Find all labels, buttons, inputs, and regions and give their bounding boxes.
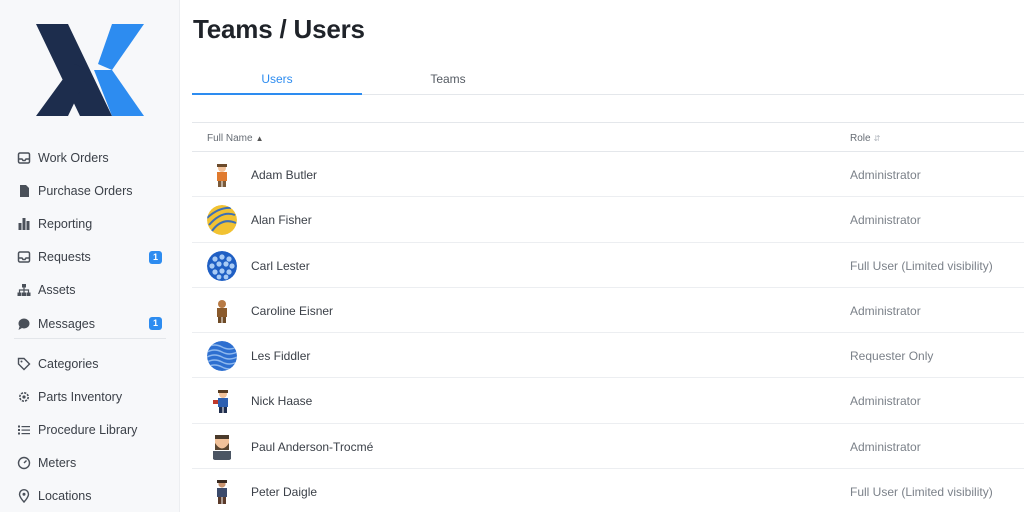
table-row[interactable]: Peter Daigle Full User (Limited visibili… [192, 469, 1024, 512]
table-row[interactable]: Paul Anderson-Trocmé Administrator [192, 424, 1024, 470]
sidebar-item-categories[interactable]: Categories [0, 347, 180, 380]
main-content: Teams / Users Users Teams Full Name ▲ Rol… [192, 0, 1024, 512]
pattern-blue-wave-icon [207, 341, 237, 372]
table-row[interactable]: Carl Lester Full User (Limited visibilit… [192, 243, 1024, 288]
app-logo[interactable] [34, 24, 146, 116]
sidebar-item-label: Purchase Orders [38, 183, 133, 198]
user-name: Alan Fisher [251, 213, 312, 228]
user-role: Administrator [850, 168, 921, 182]
sidebar-item-label: Assets [38, 283, 76, 298]
messages-count-badge: 1 [149, 316, 162, 330]
inbox-icon [17, 250, 31, 264]
tab-bar: Users Teams [192, 66, 1024, 95]
user-role: Requester Only [850, 349, 934, 364]
bar-chart-icon [17, 217, 31, 231]
figure-orange-icon [207, 160, 237, 190]
requests-count-badge: 1 [149, 250, 162, 264]
table-row[interactable]: Caroline Eisner Administrator [192, 288, 1024, 334]
sidebar-item-locations[interactable]: Locations [0, 480, 180, 512]
column-header-full-name[interactable]: Full Name ▲ [207, 133, 264, 144]
active-tab-indicator [192, 93, 362, 95]
user-name: Peter Daigle [251, 485, 318, 500]
user-role: Administrator [850, 213, 921, 228]
sort-unsorted-icon: ⇵ [873, 134, 881, 143]
sidebar-item-label: Meters [38, 456, 77, 471]
user-name: Adam Butler [251, 168, 318, 182]
tab-teams[interactable]: Teams [363, 72, 533, 86]
user-role: Administrator [850, 303, 921, 318]
sidebar-item-reporting[interactable]: Reporting [0, 207, 180, 240]
user-name: Carl Lester [251, 258, 310, 273]
gauge-icon [17, 456, 31, 470]
sidebar-item-label: Reporting [38, 216, 93, 231]
sidebar-item-procedure-library[interactable]: Procedure Library [0, 413, 180, 446]
tab-users[interactable]: Users [192, 72, 362, 86]
inbox-icon [17, 151, 31, 165]
user-name: Paul Anderson-Trocmé [251, 439, 374, 454]
sidebar-item-label: Work Orders [38, 150, 109, 165]
user-role: Administrator [850, 394, 921, 409]
table-header: Full Name ▲ Role ⇵ [192, 123, 1024, 152]
users-table: Full Name ▲ Role ⇵ Adam Butler Administrat… [192, 122, 1024, 508]
table-row[interactable]: Adam Butler Administrator [192, 152, 1024, 198]
user-name: Nick Haase [251, 394, 313, 409]
user-role: Administrator [850, 439, 921, 454]
sort-ascending-icon: ▲ [255, 134, 264, 143]
sidebar-item-assets[interactable]: Assets [0, 274, 180, 307]
sidebar-item-purchase-orders[interactable]: Purchase Orders [0, 174, 180, 207]
gear-icon [17, 390, 31, 404]
chat-icon [17, 317, 31, 331]
secondary-nav: Categories Parts Inventory Procedure Lib… [0, 347, 180, 512]
sidebar-item-work-orders[interactable]: Work Orders [0, 141, 180, 174]
user-role: Full User (Limited visibility) [850, 485, 993, 500]
table-row[interactable]: Les Fiddler Requester Only [192, 333, 1024, 379]
user-role: Full User (Limited visibility) [850, 258, 993, 273]
sidebar-item-requests[interactable]: Requests 1 [0, 241, 180, 274]
figure-bearded-icon [207, 431, 237, 462]
location-pin-icon [17, 489, 31, 504]
list-icon [17, 423, 31, 437]
hierarchy-icon [17, 283, 31, 297]
sidebar-item-label: Categories [38, 356, 99, 371]
pattern-yellow-icon [207, 205, 237, 236]
table-row[interactable]: Nick Haase Administrator [192, 378, 1024, 424]
user-name: Caroline Eisner [251, 303, 334, 318]
sidebar-divider [14, 338, 166, 339]
sidebar-item-label: Parts Inventory [38, 389, 123, 404]
table-row[interactable]: Alan Fisher Administrator [192, 197, 1024, 243]
figure-dark-icon [207, 477, 237, 508]
sidebar-item-label: Messages [38, 316, 95, 331]
column-header-role[interactable]: Role ⇵ [850, 133, 880, 144]
sidebar: Work Orders Purchase Orders Reporting Re… [0, 0, 180, 512]
figure-brown-icon [207, 295, 237, 326]
sidebar-item-label: Procedure Library [38, 422, 138, 437]
sidebar-item-label: Locations [38, 489, 92, 504]
page-title: Teams / Users [193, 14, 365, 44]
table-body: Adam Butler Administrator Alan Fisher Ad… [192, 152, 1024, 512]
sidebar-item-meters[interactable]: Meters [0, 447, 180, 480]
sidebar-item-messages[interactable]: Messages 1 [0, 307, 180, 340]
sidebar-item-label: Requests [38, 250, 91, 265]
primary-nav: Work Orders Purchase Orders Reporting Re… [0, 141, 180, 340]
pattern-blue-dots-icon [207, 250, 237, 281]
document-icon [17, 184, 31, 198]
user-name: Les Fiddler [251, 349, 311, 364]
sidebar-item-parts-inventory[interactable]: Parts Inventory [0, 380, 180, 413]
figure-blue-icon [207, 386, 237, 417]
tag-icon [17, 357, 31, 371]
